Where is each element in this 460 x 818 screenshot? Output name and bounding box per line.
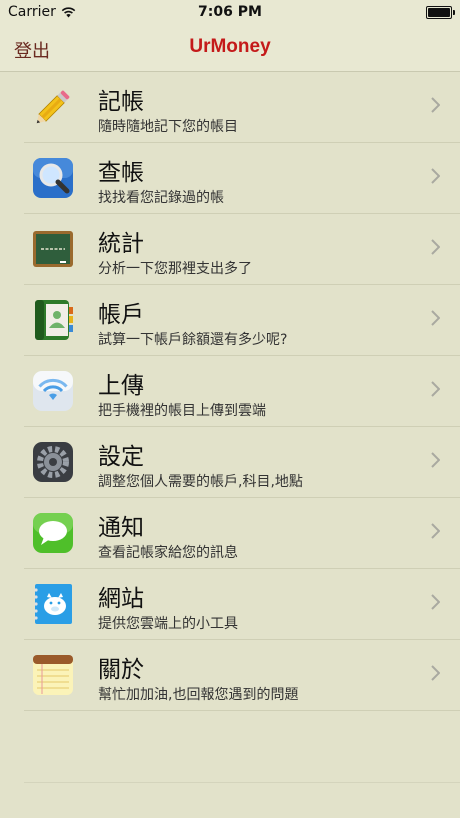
chevron-right-icon xyxy=(431,239,440,255)
menu-item-about[interactable]: 關於 幫忙加加油,也回報您遇到的問題 xyxy=(0,640,460,711)
menu-item-subtitle: 隨時隨地記下您的帳目 xyxy=(98,119,238,135)
battery-icon xyxy=(426,6,455,19)
bottom-divider xyxy=(24,782,460,783)
chevron-right-icon xyxy=(431,665,440,681)
menu-item-accounts[interactable]: 帳戶 試算一下帳戶餘額還有多少呢? xyxy=(0,285,460,356)
menu-item-title: 統計 xyxy=(98,231,144,257)
chevron-right-icon xyxy=(431,381,440,397)
menu-item-title: 通知 xyxy=(98,515,144,541)
menu-item-title: 網站 xyxy=(98,586,144,612)
menu-item-settings[interactable]: 設定 調整您個人需要的帳戶,科目,地點 xyxy=(0,427,460,498)
menu-item-subtitle: 試算一下帳戶餘額還有多少呢? xyxy=(98,332,288,348)
battery-level xyxy=(428,8,450,17)
gear-icon xyxy=(32,441,74,483)
menu-item-statistics[interactable]: 統計 分析一下您那裡支出多了 xyxy=(0,214,460,285)
menu-item-title: 上傳 xyxy=(98,373,144,399)
navigation-bar: 登出 UrMoney xyxy=(0,24,460,72)
menu-item-subtitle: 分析一下您那裡支出多了 xyxy=(98,261,252,277)
menu-item-title: 記帳 xyxy=(98,89,144,115)
chevron-right-icon xyxy=(431,168,440,184)
piggy-notebook-icon xyxy=(32,583,74,625)
magnifier-icon xyxy=(32,157,74,199)
chevron-right-icon xyxy=(431,594,440,610)
chevron-right-icon xyxy=(431,452,440,468)
main-menu-list: 記帳 隨時隨地記下您的帳目 查帳 找找看您記錄過的帳 統計 分析一下您那裡支出多… xyxy=(0,72,460,711)
notepad-icon xyxy=(32,654,74,696)
menu-item-subtitle: 查看記帳家給您的訊息 xyxy=(98,545,238,561)
menu-item-query[interactable]: 查帳 找找看您記錄過的帳 xyxy=(0,143,460,214)
chalkboard-icon xyxy=(32,228,74,270)
menu-item-website[interactable]: 網站 提供您雲端上的小工具 xyxy=(0,569,460,640)
menu-item-subtitle: 幫忙加加油,也回報您遇到的問題 xyxy=(98,687,299,703)
chevron-right-icon xyxy=(431,523,440,539)
menu-item-subtitle: 調整您個人需要的帳戶,科目,地點 xyxy=(98,474,303,490)
chevron-right-icon xyxy=(431,310,440,326)
menu-item-title: 關於 xyxy=(98,657,144,683)
status-bar: Carrier 7:06 PM xyxy=(0,0,460,24)
app-title: UrMoney xyxy=(189,36,271,57)
contacts-book-icon xyxy=(32,299,74,341)
chevron-right-icon xyxy=(431,97,440,113)
menu-item-subtitle: 找找看您記錄過的帳 xyxy=(98,190,224,206)
menu-item-title: 帳戶 xyxy=(98,302,144,328)
speech-bubble-icon xyxy=(32,512,74,554)
pencil-icon xyxy=(32,86,74,128)
menu-item-record[interactable]: 記帳 隨時隨地記下您的帳目 xyxy=(0,72,460,143)
menu-item-subtitle: 提供您雲端上的小工具 xyxy=(98,616,238,632)
menu-item-upload[interactable]: 上傳 把手機裡的帳目上傳到雲端 xyxy=(0,356,460,427)
menu-item-title: 設定 xyxy=(98,444,144,470)
status-time: 7:06 PM xyxy=(198,4,262,20)
menu-item-notifications[interactable]: 通知 查看記帳家給您的訊息 xyxy=(0,498,460,569)
wifi-icon xyxy=(32,370,74,412)
menu-item-title: 查帳 xyxy=(98,160,144,186)
menu-item-subtitle: 把手機裡的帳目上傳到雲端 xyxy=(98,403,266,419)
